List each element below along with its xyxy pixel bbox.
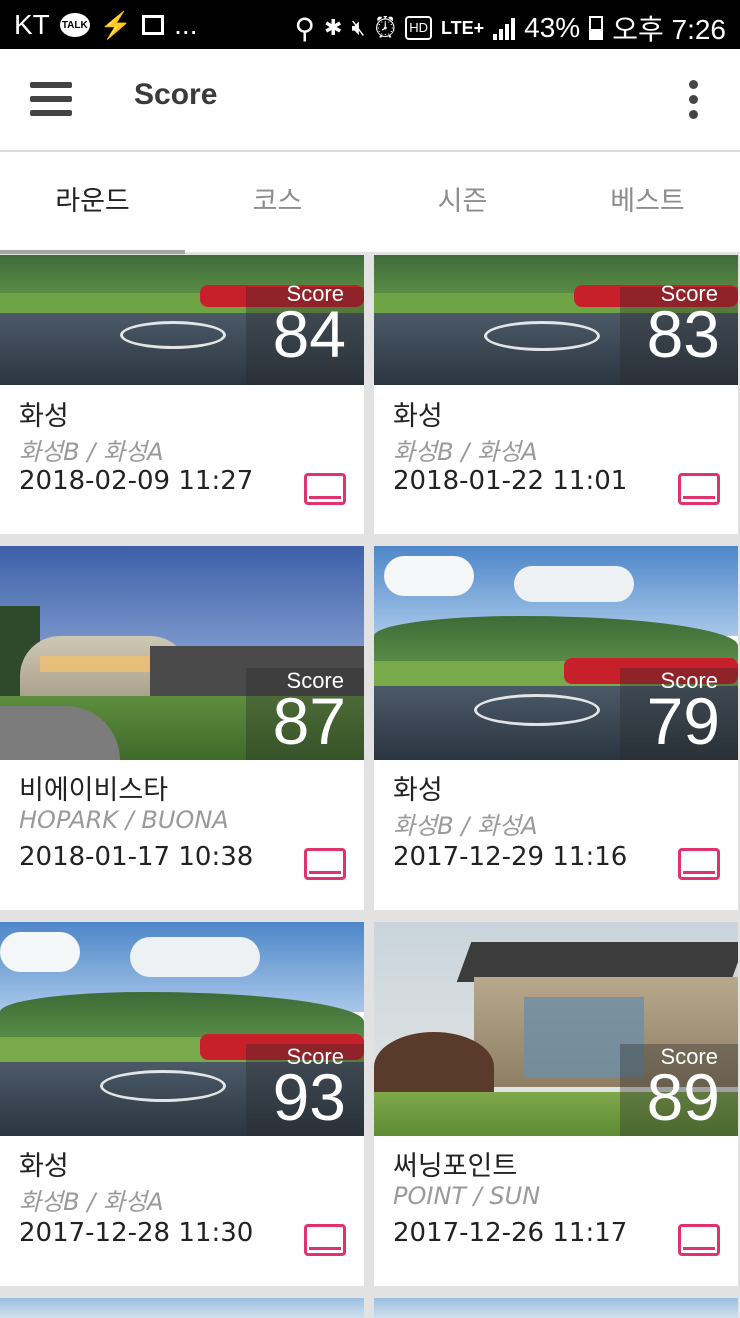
kakaotalk-icon: TALK xyxy=(59,13,90,37)
alarm-icon: ⏰︎ xyxy=(374,11,397,43)
score-value: 93 xyxy=(272,1060,346,1134)
score-value: 83 xyxy=(646,297,720,371)
tablet-icon[interactable] xyxy=(678,1224,720,1256)
battery-icon xyxy=(589,16,604,40)
score-overlay: Score 83 xyxy=(620,281,738,385)
course-photo: Score 89 xyxy=(374,922,738,1136)
course-photo xyxy=(0,1298,364,1318)
round-date: 2018-01-17 10:38 xyxy=(19,842,254,872)
score-card[interactable]: Score 87 비에이비스타 HOPARK / BUONA 2018-01-1… xyxy=(0,546,364,910)
carrier-label: KT xyxy=(14,9,50,40)
tab-best[interactable]: 베스트 xyxy=(555,152,740,252)
more-notifications-icon: ... xyxy=(174,9,198,40)
menu-icon[interactable] xyxy=(30,82,72,116)
image-notification-icon xyxy=(142,15,165,35)
round-date: 2018-02-09 11:27 xyxy=(19,466,254,496)
course-names: 화성B / 화성A xyxy=(19,438,164,466)
course-names: POINT / SUN xyxy=(393,1182,541,1210)
app-notification-icon: ⚡ xyxy=(99,9,133,40)
round-date: 2017-12-26 11:17 xyxy=(393,1218,628,1248)
more-options-icon[interactable] xyxy=(686,80,700,120)
score-overlay: Score 87 xyxy=(246,668,364,760)
battery-percent: 43% xyxy=(524,12,581,43)
club-name: 화성 xyxy=(19,1151,69,1182)
score-card[interactable]: Score 79 화성 화성B / 화성A 2017-12-29 11:16 xyxy=(374,546,738,910)
course-photo xyxy=(374,1298,738,1318)
tablet-icon[interactable] xyxy=(304,1224,346,1256)
course-names: HOPARK / BUONA xyxy=(19,806,229,834)
score-card[interactable] xyxy=(0,1298,364,1318)
round-date: 2017-12-29 11:16 xyxy=(393,842,628,872)
score-overlay: Score 79 xyxy=(620,668,738,760)
score-card-grid: Score 84 화성 화성B / 화성A 2018-02-09 11:27 S… xyxy=(0,255,740,1318)
status-bar: KT TALK ⚡ ... ⚲ ✱ 🔇︎ ⏰︎ HD LTE+ 43% 오후 7… xyxy=(0,0,740,49)
tab-bar: 라운드 코스 시즌 베스트 xyxy=(0,152,740,254)
round-date: 2018-01-22 11:01 xyxy=(393,466,628,496)
tablet-icon[interactable] xyxy=(304,473,346,505)
score-card[interactable]: Score 84 화성 화성B / 화성A 2018-02-09 11:27 xyxy=(0,255,364,534)
score-value: 89 xyxy=(646,1060,720,1134)
course-photo: Score 83 xyxy=(374,255,738,385)
score-overlay: Score 84 xyxy=(246,281,364,385)
course-names: 화성B / 화성A xyxy=(393,438,538,466)
hd-voice-icon: HD xyxy=(405,16,432,40)
course-photo: Score 87 xyxy=(0,546,364,760)
club-name: 화성 xyxy=(393,401,443,432)
tablet-icon[interactable] xyxy=(304,848,346,880)
score-value: 84 xyxy=(272,297,346,371)
lte-icon: LTE+ xyxy=(440,17,485,38)
tablet-icon[interactable] xyxy=(678,848,720,880)
course-names: 화성B / 화성A xyxy=(393,812,538,840)
club-name: 비에이비스타 xyxy=(19,775,169,806)
score-card[interactable]: Score 83 화성 화성B / 화성A 2018-01-22 11:01 xyxy=(374,255,738,534)
course-photo: Score 93 xyxy=(0,922,364,1136)
club-name: 화성 xyxy=(19,401,69,432)
score-card[interactable]: Score 89 써닝포인트 POINT / SUN 2017-12-26 11… xyxy=(374,922,738,1286)
tab-season[interactable]: 시즌 xyxy=(370,152,555,252)
club-name: 써닝포인트 xyxy=(393,1151,518,1182)
clock: 오후 7:26 xyxy=(612,14,726,45)
page-title: Score xyxy=(134,78,218,111)
tablet-icon[interactable] xyxy=(678,473,720,505)
app-bar: Score xyxy=(0,49,740,152)
tab-round[interactable]: 라운드 xyxy=(0,152,185,254)
course-names: 화성B / 화성A xyxy=(19,1188,164,1216)
club-name: 화성 xyxy=(393,775,443,806)
bluetooth-icon: ✱ xyxy=(324,15,343,40)
score-overlay: Score 89 xyxy=(620,1044,738,1136)
score-value: 79 xyxy=(646,684,720,758)
round-date: 2017-12-28 11:30 xyxy=(19,1218,254,1248)
course-photo: Score 79 xyxy=(374,546,738,760)
score-value: 87 xyxy=(272,684,346,758)
score-overlay: Score 93 xyxy=(246,1044,364,1136)
score-card[interactable] xyxy=(374,1298,738,1318)
course-photo: Score 84 xyxy=(0,255,364,385)
score-card[interactable]: Score 93 화성 화성B / 화성A 2017-12-28 11:30 xyxy=(0,922,364,1286)
tab-course[interactable]: 코스 xyxy=(185,152,370,252)
location-icon: ⚲ xyxy=(294,12,316,44)
signal-icon xyxy=(493,16,516,40)
mute-icon: 🔇︎ xyxy=(351,15,366,40)
